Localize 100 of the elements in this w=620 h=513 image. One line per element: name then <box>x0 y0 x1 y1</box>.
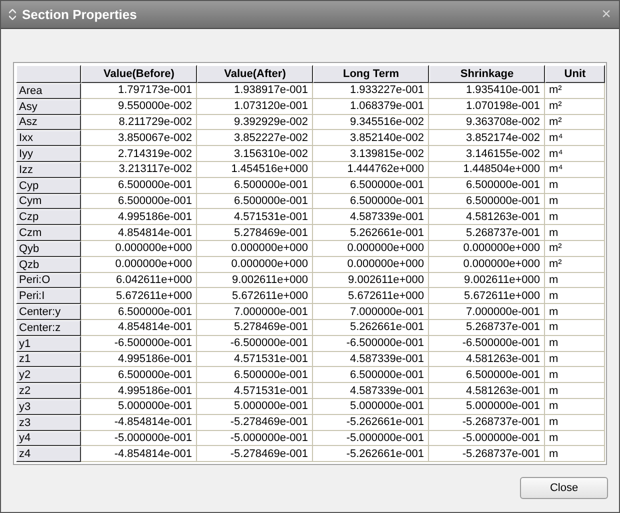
table-cell: 5.672611e+000 <box>429 288 545 304</box>
row-header[interactable]: y1 <box>16 336 81 352</box>
table-cell: -6.500000e-001 <box>81 336 197 352</box>
table-cell: 5.278469e-001 <box>197 320 313 336</box>
window-title: Section Properties <box>22 7 138 22</box>
table-cell: m <box>545 320 605 336</box>
table-cell: m⁴ <box>545 162 605 178</box>
table-cell: 4.995186e-001 <box>81 352 197 368</box>
table-cell: m² <box>545 256 605 273</box>
close-button[interactable]: Close <box>520 477 608 500</box>
table-cell: 6.500000e-001 <box>197 194 313 210</box>
table-cell: 1.448504e+000 <box>429 162 545 178</box>
table-cell: 3.852227e-002 <box>197 130 313 146</box>
table-cell: 5.278469e-001 <box>197 225 313 241</box>
table-cell: m <box>545 383 605 399</box>
table-cell: 9.002611e+000 <box>197 272 313 288</box>
column-header[interactable]: Value(After) <box>197 65 313 83</box>
table-cell: 5.672611e+000 <box>81 288 197 304</box>
table-cell: 9.392929e-002 <box>197 114 313 130</box>
column-header[interactable]: Unit <box>545 65 605 83</box>
table-cell: 6.500000e-001 <box>81 367 197 384</box>
table-cell: 6.500000e-001 <box>313 194 429 210</box>
table-cell: m <box>545 194 605 210</box>
table-cell: m <box>545 430 605 446</box>
row-header[interactable]: z4 <box>16 446 81 462</box>
table-cell: 6.042611e+000 <box>81 272 197 288</box>
row-header[interactable]: z3 <box>16 414 81 431</box>
row-header[interactable]: Center:y <box>16 304 81 320</box>
row-header[interactable]: Ixx <box>16 130 81 146</box>
table-cell: 6.500000e-001 <box>81 304 197 320</box>
row-header[interactable]: Cyp <box>16 178 81 194</box>
table-cell: 4.571531e-001 <box>197 352 313 368</box>
row-header[interactable]: y3 <box>16 398 81 415</box>
row-header[interactable]: Peri:I <box>16 288 81 304</box>
row-header[interactable]: Center:z <box>16 320 81 336</box>
table-cell: 6.500000e-001 <box>197 178 313 194</box>
table-cell: 0.000000e+000 <box>429 240 545 257</box>
table-cell: -5.262661e-001 <box>313 446 429 462</box>
table-cell: 4.581263e-001 <box>429 209 545 226</box>
row-header[interactable]: z1 <box>16 352 81 368</box>
row-header[interactable]: Czm <box>16 225 81 241</box>
table-cell: 1.797173e-001 <box>81 83 197 99</box>
row-header[interactable]: Peri:O <box>16 272 81 288</box>
row-header[interactable]: Area <box>16 83 81 99</box>
table-cell: 7.000000e-001 <box>429 304 545 320</box>
row-header[interactable]: y2 <box>16 367 81 384</box>
table-cell: 1.935410e-001 <box>429 83 545 99</box>
table-cell: m⁴ <box>545 146 605 162</box>
table-cell: 3.852140e-002 <box>313 130 429 146</box>
column-header[interactable]: Long Term <box>313 65 429 83</box>
row-header[interactable]: Czp <box>16 209 81 226</box>
table-cell: 5.672611e+000 <box>197 288 313 304</box>
row-header[interactable]: z2 <box>16 383 81 399</box>
table-cell: -6.500000e-001 <box>313 336 429 352</box>
row-header[interactable]: Izz <box>16 162 81 178</box>
table-cell: 1.938917e-001 <box>197 83 313 99</box>
table-cell: 0.000000e+000 <box>313 240 429 257</box>
table-cell: 4.854814e-001 <box>81 320 197 336</box>
table-cell: -5.268737e-001 <box>429 414 545 431</box>
table-cell: m <box>545 178 605 194</box>
table-cell: 0.000000e+000 <box>197 256 313 273</box>
table-cell: 4.995186e-001 <box>81 209 197 226</box>
table-cell: m <box>545 414 605 431</box>
table-cell: m <box>545 225 605 241</box>
column-header[interactable]: Value(Before) <box>81 65 197 83</box>
table-cell: 6.500000e-001 <box>313 367 429 384</box>
table-cell: 5.268737e-001 <box>429 225 545 241</box>
table-cell: m <box>545 272 605 288</box>
row-header[interactable]: Qyb <box>16 240 81 257</box>
table-cell: 5.000000e-001 <box>313 398 429 415</box>
table-cell: 3.850067e-002 <box>81 130 197 146</box>
table-cell: 5.262661e-001 <box>313 225 429 241</box>
table-cell: m² <box>545 114 605 130</box>
table-cell: 0.000000e+000 <box>429 256 545 273</box>
row-header[interactable]: Qzb <box>16 256 81 273</box>
table-cell: m² <box>545 98 605 115</box>
row-header[interactable]: Asy <box>16 98 81 115</box>
table-cell: 7.000000e-001 <box>197 304 313 320</box>
table-cell: 6.500000e-001 <box>313 178 429 194</box>
row-header[interactable]: Asz <box>16 114 81 130</box>
row-header[interactable]: Cym <box>16 194 81 210</box>
table-cell: 1.070198e-001 <box>429 98 545 115</box>
table-cell: 3.156310e-002 <box>197 146 313 162</box>
table-cell: 5.672611e+000 <box>313 288 429 304</box>
table-cell: 0.000000e+000 <box>197 240 313 257</box>
table-cell: 7.000000e-001 <box>313 304 429 320</box>
table-cell: -6.500000e-001 <box>429 336 545 352</box>
table-cell: 9.363708e-002 <box>429 114 545 130</box>
row-header[interactable]: Iyy <box>16 146 81 162</box>
table-cell: 9.550000e-002 <box>81 98 197 115</box>
table-cell: m <box>545 352 605 368</box>
table-cell: -5.000000e-001 <box>197 430 313 446</box>
column-header[interactable]: Shrinkage <box>429 65 545 83</box>
row-header[interactable]: y4 <box>16 430 81 446</box>
table-cell: 0.000000e+000 <box>81 240 197 257</box>
table-cell: 6.500000e-001 <box>197 367 313 384</box>
table-cell: m <box>545 367 605 384</box>
table-cell: 3.213117e-002 <box>81 162 197 178</box>
table-cell: 9.002611e+000 <box>313 272 429 288</box>
table-cell: 1.444762e+000 <box>313 162 429 178</box>
